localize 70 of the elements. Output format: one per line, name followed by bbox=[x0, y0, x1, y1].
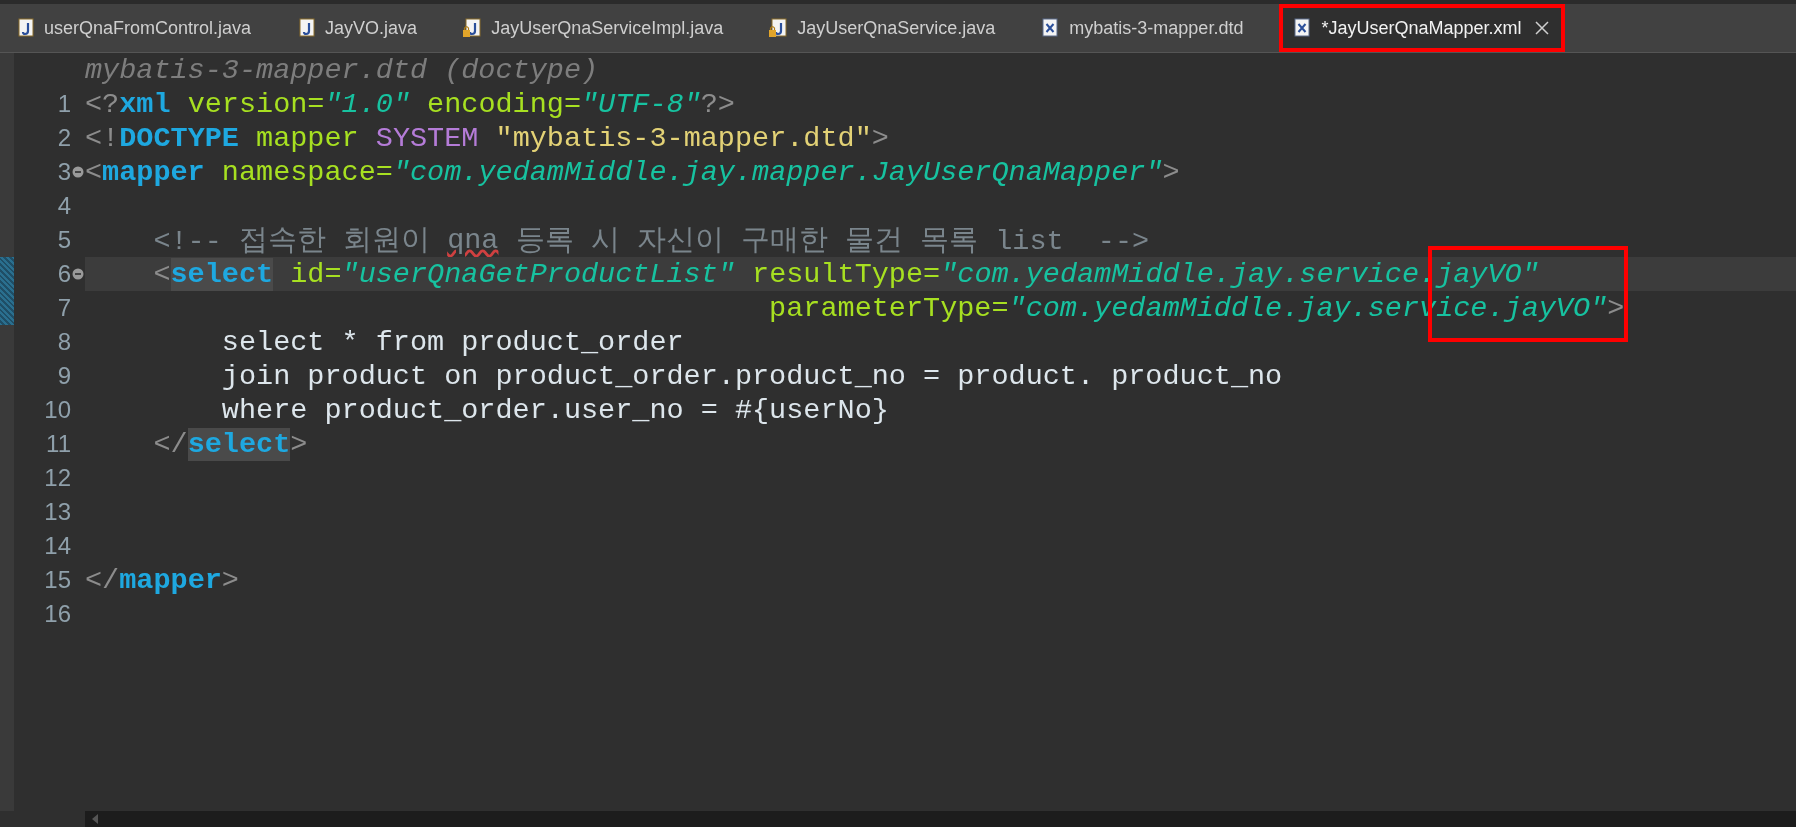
code-comment: 등록 시 자신이 구매한 물건 목록 list --> bbox=[514, 224, 1150, 259]
line-number: 3 bbox=[57, 158, 71, 186]
xml-bracket: > bbox=[871, 121, 889, 155]
line-number: 8 bbox=[57, 328, 71, 356]
attribute-name: namespace= bbox=[220, 155, 393, 189]
collapse-icon[interactable] bbox=[72, 166, 84, 178]
line-number: 5 bbox=[57, 226, 71, 254]
collapse-icon[interactable] bbox=[72, 268, 84, 280]
xml-file-icon bbox=[1293, 18, 1312, 38]
line-number: 15 bbox=[44, 566, 71, 594]
doctype-header: mybatis-3-mapper.dtd (doctype) bbox=[85, 53, 600, 87]
line-number: 16 bbox=[44, 600, 71, 628]
attribute-value: "com.yedamMiddle.jay.mapper.JayUserQnaMapper" bbox=[392, 155, 1163, 189]
editor-tab[interactable]: mybatis-3-mapper.dtd bbox=[1031, 4, 1280, 52]
string-literal: "mybatis-3-mapper.dtd" bbox=[494, 121, 872, 155]
xml-bracket: ?> bbox=[700, 87, 735, 121]
tag-name: mapper bbox=[102, 155, 205, 189]
attribute-name: mapper bbox=[255, 121, 359, 155]
code-text: where product_order.user_no = #{userNo} bbox=[220, 393, 889, 427]
java-file-icon bbox=[297, 18, 316, 38]
line-number: 7 bbox=[57, 294, 71, 322]
tag-name: xml bbox=[119, 87, 171, 121]
locked-java-file-icon bbox=[463, 18, 482, 38]
code-text: join product on product_order.product_no = product. product_no bbox=[220, 359, 1283, 393]
xml-bracket: > bbox=[290, 427, 308, 461]
line-number: 13 bbox=[44, 498, 71, 526]
attribute-value: "UTF-8" bbox=[581, 87, 701, 121]
editor-tab[interactable]: JayVO.java bbox=[287, 4, 454, 52]
line-number: 9 bbox=[57, 362, 71, 390]
line-number: 12 bbox=[44, 464, 71, 492]
locked-java-file-icon bbox=[769, 18, 788, 38]
attribute-name: version= bbox=[186, 87, 325, 121]
editor-tab[interactable]: *JayUserQnaMapper.xml bbox=[1279, 4, 1566, 52]
tag-name: mapper bbox=[119, 563, 222, 597]
xml-bracket: < bbox=[85, 155, 103, 189]
close-icon[interactable] bbox=[1535, 21, 1550, 35]
editor-tab[interactable]: JayUserQnaServiceImpl.java bbox=[453, 4, 760, 52]
line-number: 4 bbox=[57, 192, 71, 220]
attribute-value: "1.0" bbox=[324, 87, 410, 121]
editor-tab[interactable]: JayUserQnaService.java bbox=[759, 4, 1032, 52]
line-number: 14 bbox=[44, 532, 71, 560]
attribute-value: "userQnaGetProductList" bbox=[341, 257, 735, 291]
xml-file-icon bbox=[1041, 18, 1060, 38]
keyword: SYSTEM bbox=[374, 121, 479, 155]
line-number: 6 bbox=[57, 260, 71, 288]
attribute-name: parameterType= bbox=[768, 291, 1009, 325]
xml-bracket: < bbox=[152, 257, 171, 291]
xml-bracket: > bbox=[221, 563, 239, 597]
java-file-icon bbox=[16, 18, 34, 38]
attribute-name: encoding= bbox=[426, 87, 581, 121]
xml-bracket: <! bbox=[85, 121, 120, 155]
attribute-name: resultType= bbox=[751, 257, 941, 291]
tag-name: select bbox=[170, 257, 274, 291]
tag-name: select bbox=[187, 427, 291, 461]
horizontal-scrollbar[interactable] bbox=[85, 811, 1796, 827]
code-text: select * from product_order bbox=[220, 325, 684, 359]
line-number: 1 bbox=[57, 90, 71, 118]
line-number: 11 bbox=[46, 430, 71, 458]
misspelled-word: qna bbox=[447, 223, 499, 257]
xml-bracket: > bbox=[1162, 155, 1180, 189]
line-number: 10 bbox=[44, 396, 71, 424]
tag-name: DOCTYPE bbox=[119, 121, 239, 155]
line-number: 2 bbox=[57, 124, 71, 152]
editor-tab[interactable]: userQnaFromControl.java bbox=[6, 4, 288, 52]
xml-bracket: </ bbox=[85, 563, 120, 597]
xml-bracket: </ bbox=[152, 427, 188, 461]
attribute-name: id= bbox=[289, 257, 342, 291]
xml-bracket: <? bbox=[85, 87, 120, 121]
xml-bracket: > bbox=[1607, 291, 1625, 325]
code-comment: <!-- 접속한 회원이 bbox=[152, 224, 432, 259]
